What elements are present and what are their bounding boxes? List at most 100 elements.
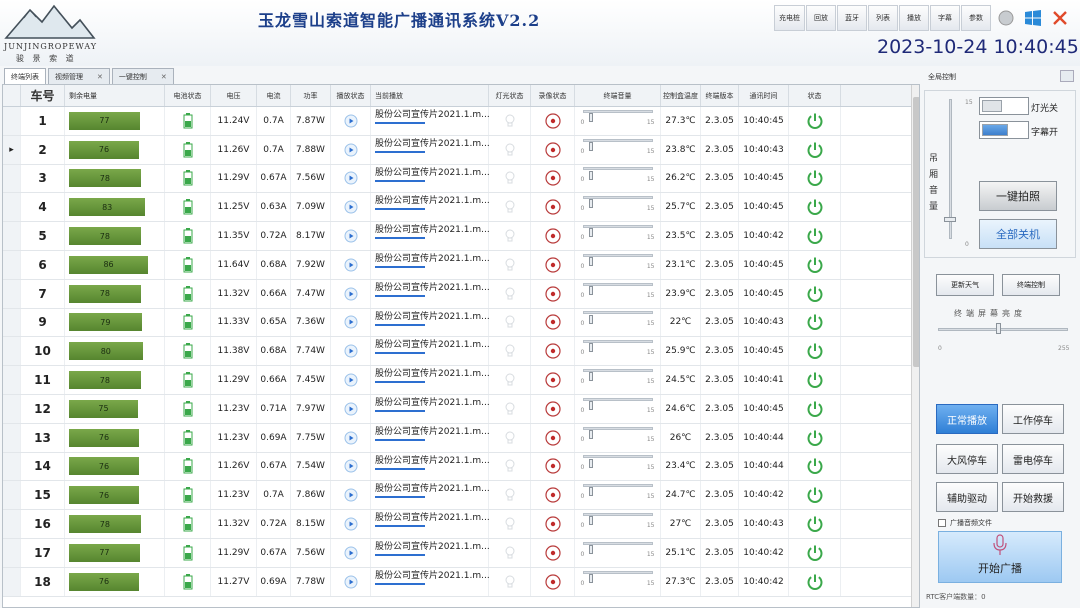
shutdown-all-button[interactable]: 全部关机 <box>979 219 1057 249</box>
power-status-cell[interactable] <box>789 164 841 193</box>
power-icon[interactable] <box>806 429 824 447</box>
volume-track[interactable] <box>582 138 653 142</box>
play-icon[interactable] <box>344 171 358 185</box>
play-icon[interactable] <box>344 143 358 157</box>
panel-collapse-button[interactable] <box>1060 70 1074 82</box>
volume-track[interactable] <box>582 167 653 171</box>
volume-knob[interactable] <box>589 314 593 324</box>
row-selector[interactable] <box>3 510 21 538</box>
light-toggle[interactable] <box>979 97 1029 115</box>
tab-terminal-list[interactable]: 终端列表 <box>4 68 46 84</box>
volume-knob[interactable] <box>589 544 593 554</box>
terminal-volume-slider[interactable]: 0 15 <box>575 538 661 567</box>
play-icon[interactable] <box>344 459 358 473</box>
power-icon[interactable] <box>806 515 824 533</box>
play-icon[interactable] <box>344 114 358 128</box>
table-row[interactable]: 10 80 11.38V 0.68A 7.74W 股份公司宣传片2021.1.m... 0 1… <box>3 337 911 367</box>
power-icon[interactable] <box>806 573 824 591</box>
volume-knob[interactable] <box>589 256 593 266</box>
terminal-volume-slider[interactable]: 0 15 <box>575 308 661 337</box>
column-header[interactable]: 终端版本 <box>701 85 739 106</box>
column-header[interactable]: 电池状态 <box>165 85 211 106</box>
terminal-volume-slider[interactable]: 0 15 <box>575 510 661 538</box>
volume-track[interactable] <box>582 426 653 430</box>
volume-knob[interactable] <box>589 458 593 468</box>
play-status-cell[interactable] <box>331 394 371 423</box>
play-icon[interactable] <box>344 488 358 502</box>
table-row[interactable]: 14 76 11.26V 0.67A 7.54W 股份公司宣传片2021.1.m... 0 1… <box>3 452 911 482</box>
play-icon[interactable] <box>344 287 358 301</box>
play-icon[interactable] <box>344 200 358 214</box>
play-status-cell[interactable] <box>331 222 371 250</box>
volume-knob[interactable] <box>589 487 593 497</box>
column-header[interactable]: 功率 <box>291 85 331 106</box>
toolbar-button-charging[interactable]: 充电桩 <box>774 5 805 31</box>
audio-file-checkbox[interactable] <box>938 519 946 527</box>
start-broadcast-button[interactable]: 开始广播 <box>938 531 1062 583</box>
mode-thunder-stop-button[interactable]: 雷电停车 <box>1002 444 1064 474</box>
play-status-cell[interactable] <box>331 481 371 510</box>
power-icon[interactable] <box>806 486 824 504</box>
row-selector[interactable] <box>3 567 21 596</box>
tab-close-icon[interactable]: ✕ <box>161 73 167 81</box>
row-selector[interactable] <box>3 308 21 337</box>
power-icon[interactable] <box>806 285 824 303</box>
row-selector[interactable] <box>3 366 21 394</box>
play-icon[interactable] <box>344 315 358 329</box>
volume-knob[interactable] <box>589 372 593 382</box>
power-status-cell[interactable] <box>789 366 841 394</box>
table-row[interactable]: 17 77 11.29V 0.67A 7.56W 股份公司宣传片2021.1.m... 0 1… <box>3 538 911 568</box>
play-icon[interactable] <box>344 575 358 589</box>
volume-track[interactable] <box>582 311 653 315</box>
column-header[interactable]: 剩余电量 <box>65 85 165 106</box>
play-status-cell[interactable] <box>331 337 371 366</box>
toolbar-button-playback[interactable]: 回放 <box>806 5 836 31</box>
terminal-volume-slider[interactable]: 0 15 <box>575 366 661 394</box>
table-row[interactable]: 9 79 11.33V 0.65A 7.36W 股份公司宣传片2021.1.m... 0 15… <box>3 308 911 338</box>
table-row[interactable]: 11 78 11.29V 0.66A 7.45W 股份公司宣传片2021.1.m... 0 1… <box>3 366 911 395</box>
terminal-volume-slider[interactable]: 0 15 <box>575 337 661 366</box>
play-status-cell[interactable] <box>331 567 371 596</box>
power-status-cell[interactable] <box>789 308 841 337</box>
volume-knob[interactable] <box>589 285 593 295</box>
power-icon[interactable] <box>806 198 824 216</box>
column-header[interactable]: 控制盒温度 <box>661 85 701 106</box>
power-status-cell[interactable] <box>789 222 841 250</box>
play-status-cell[interactable] <box>331 366 371 394</box>
column-header[interactable]: 灯光状态 <box>489 85 531 106</box>
row-selector[interactable] <box>3 107 21 135</box>
play-status-cell[interactable] <box>331 107 371 135</box>
table-row[interactable]: 18 76 11.27V 0.69A 7.78W 股份公司宣传片2021.1.m... 0 1… <box>3 567 911 597</box>
column-header[interactable]: 当前播放 <box>371 85 489 106</box>
row-selector[interactable] <box>3 250 21 279</box>
play-status-cell[interactable] <box>331 452 371 481</box>
volume-track[interactable] <box>582 196 653 200</box>
row-selector[interactable] <box>3 538 21 567</box>
toolbar-button-params[interactable]: 参数 <box>961 5 991 31</box>
row-selector[interactable] <box>3 222 21 250</box>
mode-work-stop-button[interactable]: 工作停车 <box>1002 404 1064 434</box>
tab-video-manage[interactable]: 视频管理 ✕ <box>48 68 110 84</box>
volume-knob[interactable] <box>589 228 593 238</box>
table-row[interactable]: 16 78 11.32V 0.72A 8.15W 股份公司宣传片2021.1.m... 0 1… <box>3 510 911 539</box>
play-status-cell[interactable] <box>331 308 371 337</box>
terminal-volume-slider[interactable]: 0 15 <box>575 250 661 279</box>
column-header[interactable]: 电流 <box>257 85 291 106</box>
power-icon[interactable] <box>806 256 824 274</box>
terminal-volume-slider[interactable]: 0 15 <box>575 193 661 222</box>
table-row[interactable]: 5 78 11.35V 0.72A 8.17W 股份公司宣传片2021.1.m... 0 15… <box>3 222 911 251</box>
volume-track[interactable] <box>582 484 653 488</box>
table-row[interactable]: 13 76 11.23V 0.69A 7.75W 股份公司宣传片2021.1.m... 0 1… <box>3 423 911 453</box>
power-icon[interactable] <box>806 169 824 187</box>
power-status-cell[interactable] <box>789 193 841 222</box>
table-row[interactable]: 12 75 11.23V 0.71A 7.97W 股份公司宣传片2021.1.m... 0 1… <box>3 394 911 424</box>
play-icon[interactable] <box>344 546 358 560</box>
terminal-volume-slider[interactable]: 0 15 <box>575 107 661 135</box>
column-header[interactable]: 播放状态 <box>331 85 371 106</box>
brightness-knob[interactable] <box>996 323 1001 334</box>
power-icon[interactable] <box>806 457 824 475</box>
play-status-cell[interactable] <box>331 164 371 193</box>
row-selector[interactable] <box>3 394 21 423</box>
terminal-volume-slider[interactable]: 0 15 <box>575 567 661 596</box>
terminal-volume-slider[interactable]: 0 15 <box>575 135 661 164</box>
